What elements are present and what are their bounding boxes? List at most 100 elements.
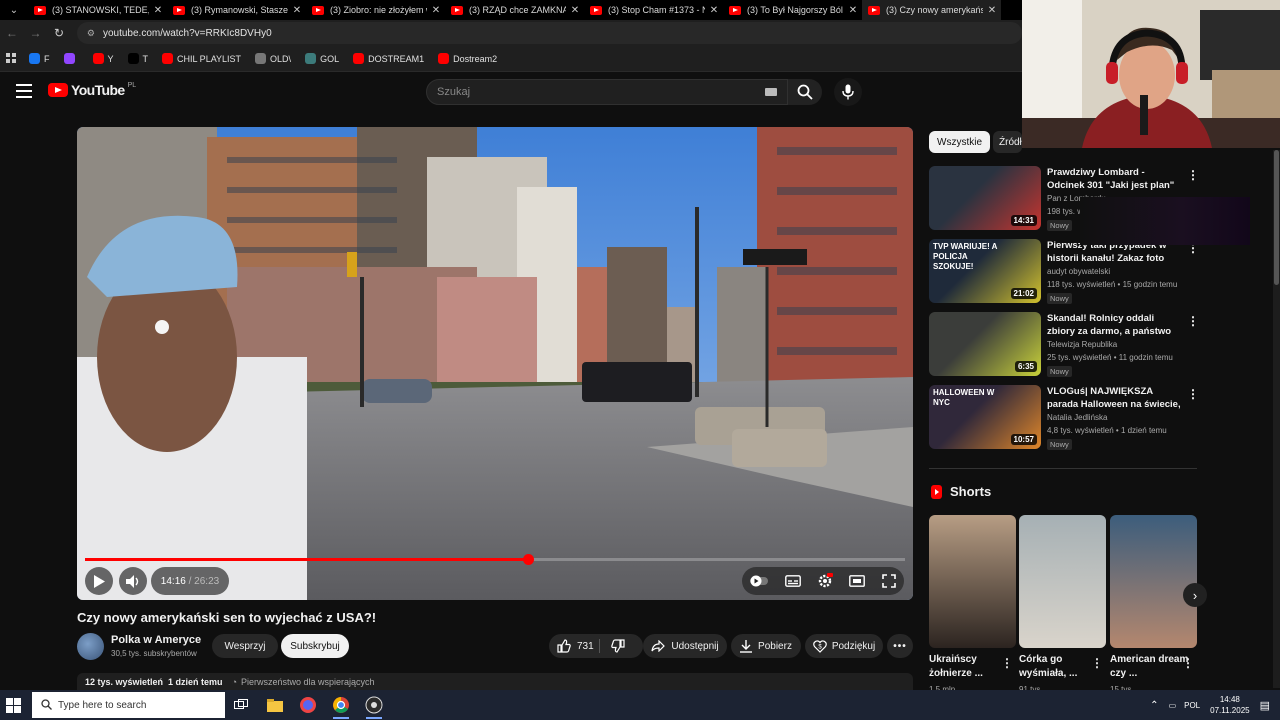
channel-name[interactable]: Natalia Jedlińska: [1047, 413, 1107, 422]
windows-start-icon[interactable]: [6, 698, 22, 714]
file-explorer-icon[interactable]: [264, 694, 286, 716]
youtube-icon: [92, 53, 104, 64]
tray-expand-chevron-icon[interactable]: ⌃: [1150, 700, 1158, 711]
recommended-video[interactable]: 6:35 Skandal! Rolnicy oddali zbiory za da…: [929, 312, 1199, 378]
video-title[interactable]: Skandal! Rolnicy oddali zbiory za darmo,…: [1047, 312, 1182, 338]
shorts-next-arrow-icon[interactable]: ›: [1183, 583, 1207, 607]
browser-tab[interactable]: (3) STANOWSKI, TEDE, W✕: [28, 0, 167, 20]
channel-name[interactable]: Telewizja Republika: [1047, 340, 1117, 349]
channel-avatar[interactable]: [77, 633, 104, 660]
browser-tab[interactable]: (3) Rymanowski, Staszews✕: [167, 0, 306, 20]
video-title[interactable]: Prawdziwy Lombard - Odcinek 301 "Jaki je…: [1047, 166, 1182, 192]
search-button[interactable]: [788, 79, 822, 105]
thanks-heart-dollar-icon: $: [812, 639, 827, 653]
tab-close-icon[interactable]: ✕: [844, 5, 862, 16]
chrome-app-icon[interactable]: [330, 694, 352, 719]
more-vertical-icon[interactable]: ⋮: [1187, 387, 1199, 401]
more-vertical-icon[interactable]: ⋮: [1001, 656, 1013, 670]
forward-arrow-icon[interactable]: →: [24, 26, 48, 40]
tab-close-icon[interactable]: ✕: [983, 5, 1001, 16]
more-actions-button[interactable]: •••: [887, 634, 913, 658]
bookmark-item[interactable]: [63, 53, 79, 64]
video-title[interactable]: VLOGuś| NAJWIĘKSZA parada Halloween na ś…: [1047, 385, 1182, 411]
keyboard-icon[interactable]: [765, 88, 777, 96]
bookmark-item[interactable]: GOL: [305, 53, 339, 64]
recommended-video[interactable]: HALLOWEEN W NYC 10:57 VLOGuś| NAJWIĘKSZA p…: [929, 385, 1199, 451]
support-button[interactable]: Wesprzyj: [212, 634, 278, 658]
chip-source[interactable]: Źródło: [993, 131, 1022, 153]
download-button[interactable]: Pobierz: [731, 634, 801, 658]
bookmark-item[interactable]: DOSTREAM1: [353, 53, 424, 64]
scrubber-handle[interactable]: [522, 554, 534, 565]
play-button[interactable]: [85, 567, 113, 595]
short-title[interactable]: Córka go wyśmiała, ...: [1019, 653, 1099, 681]
more-vertical-icon[interactable]: ⋮: [1091, 656, 1103, 670]
browser-tab[interactable]: (3) Czy nowy amerykański ✕: [862, 0, 1001, 20]
tab-close-icon[interactable]: ✕: [149, 5, 167, 16]
browser-tab[interactable]: (3) Ziobro: nie złożyłem w ✕: [306, 0, 445, 20]
taskbar-search-input[interactable]: Type here to search: [32, 692, 225, 718]
short-thumbnail[interactable]: [929, 515, 1016, 648]
site-info-icon[interactable]: ⚙: [87, 28, 95, 39]
video-player[interactable]: 14:16 / 26:23: [77, 127, 913, 600]
volume-button[interactable]: [119, 567, 147, 595]
thanks-button[interactable]: $ Podziękuj: [805, 634, 883, 658]
video-thumbnail[interactable]: 14:31: [929, 166, 1041, 230]
task-view-icon[interactable]: [230, 694, 252, 716]
bookmark-item[interactable]: F: [29, 53, 50, 64]
voice-search-button[interactable]: [834, 78, 862, 106]
autoplay-toggle-icon[interactable]: [750, 575, 769, 587]
more-vertical-icon[interactable]: ⋮: [1187, 168, 1199, 182]
short-thumbnail[interactable]: [1110, 515, 1197, 648]
video-thumbnail[interactable]: HALLOWEEN W NYC 10:57: [929, 385, 1041, 449]
obs-app-icon[interactable]: [363, 694, 385, 719]
like-icon[interactable]: [557, 639, 571, 653]
browser-tab[interactable]: (3) Stop Cham #1373 - N ✕: [584, 0, 723, 20]
miniplayer-icon[interactable]: [849, 575, 866, 587]
tab-search-chevron-icon[interactable]: ⌄: [0, 0, 28, 20]
recommended-video[interactable]: TVP WARIUJE! A POLICJA SZOKUJE! 21:02 Pier…: [929, 239, 1199, 305]
reload-icon[interactable]: ↻: [47, 26, 71, 40]
description-box[interactable]: 12 tys. wyświetleń 1 dzień temu ◔ Pierws…: [77, 673, 913, 691]
short-title[interactable]: Ukraińscy żołnierze ...: [929, 653, 1009, 681]
more-vertical-icon[interactable]: ⋮: [1182, 656, 1194, 670]
search-input[interactable]: Szukaj: [426, 79, 788, 105]
more-vertical-icon[interactable]: ⋮: [1187, 314, 1199, 328]
network-icon[interactable]: ▭: [1169, 701, 1177, 710]
bookmark-item[interactable]: OLD\: [255, 53, 291, 64]
dislike-icon[interactable]: [611, 639, 625, 653]
settings-gear-icon[interactable]: [817, 573, 833, 589]
youtube-logo[interactable]: YouTube PL: [48, 82, 136, 98]
discord-app-icon[interactable]: [297, 694, 319, 716]
clock[interactable]: 14:48 07.11.2025: [1210, 694, 1249, 716]
url-field[interactable]: ⚙ youtube.com/watch?v=RRKIc8DVHy0: [76, 22, 1022, 44]
bookmark-item[interactable]: T: [127, 53, 148, 64]
bookmark-item[interactable]: Dostream2: [438, 53, 497, 64]
page-scrollbar[interactable]: [1273, 150, 1280, 688]
short-title[interactable]: American dream czy ...: [1110, 653, 1190, 681]
tab-close-icon[interactable]: ✕: [427, 5, 445, 16]
notifications-icon[interactable]: ▤: [1260, 699, 1270, 712]
subtitles-icon[interactable]: [784, 575, 801, 587]
tab-close-icon[interactable]: ✕: [288, 5, 306, 16]
bookmark-item[interactable]: Y: [92, 53, 114, 64]
menu-hamburger-icon[interactable]: [16, 84, 32, 98]
progress-bar[interactable]: [85, 554, 905, 565]
channel-name[interactable]: Polka w Ameryce: [111, 634, 201, 646]
subscribe-button[interactable]: Subskrybuj: [281, 634, 349, 658]
language-indicator[interactable]: POL: [1184, 701, 1200, 710]
tab-close-icon[interactable]: ✕: [566, 5, 584, 16]
tab-close-icon[interactable]: ✕: [705, 5, 723, 16]
video-thumbnail[interactable]: TVP WARIUJE! A POLICJA SZOKUJE! 21:02: [929, 239, 1041, 303]
share-button[interactable]: Udostępnij: [643, 634, 727, 658]
channel-name[interactable]: audyt obywatelski: [1047, 267, 1110, 276]
apps-grid-icon[interactable]: [6, 53, 17, 64]
bookmark-item[interactable]: CHIL PLAYLIST: [162, 53, 241, 64]
short-thumbnail[interactable]: [1019, 515, 1106, 648]
browser-tab[interactable]: (3) RZĄD chce ZAMKNĄĆ ✕: [445, 0, 584, 20]
video-thumbnail[interactable]: 6:35: [929, 312, 1041, 376]
back-arrow-icon[interactable]: ←: [0, 26, 24, 40]
browser-tab[interactable]: (3) To Był Najgorszy Ból w ✕: [723, 0, 862, 20]
chip-all[interactable]: Wszystkie: [929, 131, 990, 153]
fullscreen-icon[interactable]: [881, 574, 896, 588]
